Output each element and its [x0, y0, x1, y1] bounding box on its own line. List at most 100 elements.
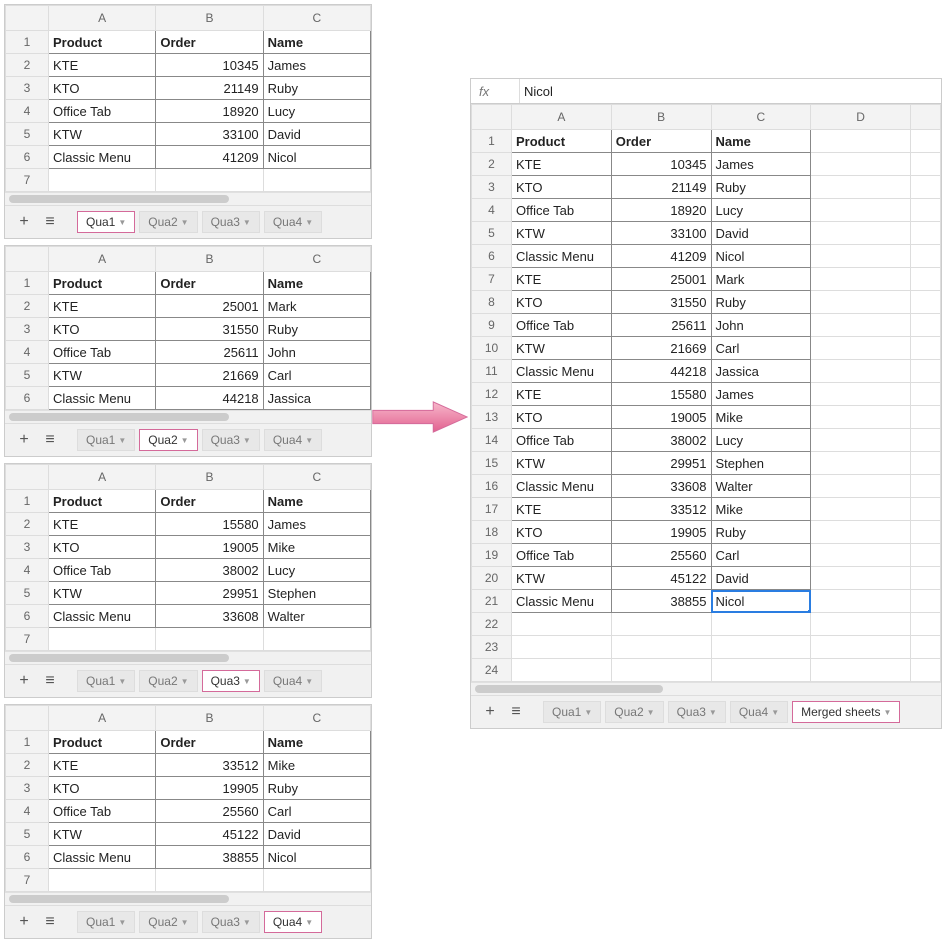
formula-bar[interactable]: fx Nicol — [471, 79, 941, 104]
grid-qua1[interactable]: A B C 1 Product Order Name 2KTE10345Jame… — [5, 5, 371, 192]
grid-merged[interactable]: A B C D 1 Product Order Name 2KTE10345Ja… — [471, 104, 941, 682]
row-5[interactable]: 5 — [6, 123, 49, 146]
cell-order[interactable]: 25560 — [611, 544, 711, 567]
cell-order[interactable]: 29951 — [156, 582, 263, 605]
row-5[interactable]: 5 — [472, 222, 512, 245]
cell-order[interactable]: 21149 — [156, 77, 263, 100]
cell-name[interactable]: James — [263, 54, 370, 77]
cell-order[interactable]: 19005 — [611, 406, 711, 429]
cell-order[interactable]: 18920 — [611, 199, 711, 222]
cell-order[interactable]: 44218 — [611, 360, 711, 383]
cell-order[interactable]: 33512 — [156, 754, 263, 777]
row-3[interactable]: 3 — [472, 176, 512, 199]
add-sheet-button[interactable]: + — [13, 672, 35, 690]
cell-order[interactable]: 33608 — [611, 475, 711, 498]
row-2[interactable]: 2 — [472, 153, 512, 176]
col-B[interactable]: B — [156, 6, 263, 31]
cell-name[interactable]: Jassica — [711, 360, 811, 383]
cell-name[interactable]: Ruby — [711, 521, 811, 544]
cell-order[interactable]: 19905 — [611, 521, 711, 544]
col-A[interactable]: A — [49, 6, 156, 31]
all-sheets-button[interactable]: ≡ — [39, 213, 61, 231]
row-17[interactable]: 17 — [472, 498, 512, 521]
cell-product[interactable]: KTW — [512, 337, 612, 360]
cell-order[interactable]: 29951 — [611, 452, 711, 475]
row-2[interactable]: 2 — [6, 513, 49, 536]
cell-product[interactable]: KTE — [49, 513, 156, 536]
grid-qua4[interactable]: A B C 1 Product Order Name 2KTE33512Mike… — [5, 705, 371, 892]
chevron-down-icon[interactable]: ▼ — [181, 218, 189, 227]
cell-name[interactable]: Carl — [711, 337, 811, 360]
cell-order[interactable]: 21669 — [611, 337, 711, 360]
cell-order[interactable]: 38855 — [611, 590, 711, 613]
cell-name[interactable]: John — [263, 341, 370, 364]
col-C[interactable]: C — [263, 6, 370, 31]
cell-name[interactable]: Ruby — [263, 318, 370, 341]
cell-order[interactable]: 19905 — [156, 777, 263, 800]
cell-product[interactable]: Classic Menu — [49, 605, 156, 628]
all-sheets-button[interactable]: ≡ — [39, 913, 61, 931]
row-21[interactable]: 21 — [472, 590, 512, 613]
row-2[interactable]: 2 — [6, 754, 49, 777]
tab-qua3[interactable]: Qua3▼ — [202, 211, 260, 233]
tab-qua1[interactable]: Qua1▼ — [77, 211, 135, 233]
h-scrollbar[interactable] — [5, 892, 371, 905]
row-12[interactable]: 12 — [472, 383, 512, 406]
cell-product[interactable]: Classic Menu — [512, 475, 612, 498]
cell-name[interactable]: Lucy — [263, 100, 370, 123]
chevron-down-icon[interactable]: ▼ — [305, 218, 313, 227]
h-scrollbar[interactable] — [471, 682, 941, 695]
cell-order[interactable]: 15580 — [156, 513, 263, 536]
row-4[interactable]: 4 — [6, 100, 49, 123]
cell-product[interactable]: KTW — [512, 222, 612, 245]
cell-product[interactable]: Office Tab — [512, 544, 612, 567]
cell-product[interactable]: KTO — [512, 406, 612, 429]
cell-product[interactable]: KTO — [512, 521, 612, 544]
cell-name[interactable]: David — [711, 567, 811, 590]
cell-name[interactable]: Walter — [263, 605, 370, 628]
cell-product[interactable]: KTO — [49, 777, 156, 800]
row-2[interactable]: 2 — [6, 54, 49, 77]
cell-name[interactable]: Lucy — [711, 199, 811, 222]
cell-name[interactable]: Mark — [263, 295, 370, 318]
cell-order[interactable]: 33512 — [611, 498, 711, 521]
cell-order[interactable]: 18920 — [156, 100, 263, 123]
row-4[interactable]: 4 — [472, 199, 512, 222]
all-sheets-button[interactable]: ≡ — [505, 703, 527, 721]
cell-order[interactable]: 25001 — [156, 295, 263, 318]
cell-order[interactable]: 41209 — [611, 245, 711, 268]
add-sheet-button[interactable]: + — [13, 213, 35, 231]
tab-qua1[interactable]: Qua1▼ — [543, 701, 601, 723]
cell-name[interactable]: Ruby — [263, 77, 370, 100]
tab-qua4[interactable]: Qua4▼ — [264, 911, 322, 933]
tab-qua1[interactable]: Qua1▼ — [77, 670, 135, 692]
cell-order[interactable]: 31550 — [156, 318, 263, 341]
row-6[interactable]: 6 — [472, 245, 512, 268]
row-2[interactable]: 2 — [6, 295, 49, 318]
cell-product[interactable]: KTW — [512, 567, 612, 590]
fx-value[interactable]: Nicol — [519, 79, 553, 103]
cell-product[interactable]: Office Tab — [49, 100, 156, 123]
cell-name[interactable]: Ruby — [711, 291, 811, 314]
cell-order[interactable]: 10345 — [156, 54, 263, 77]
cell-name[interactable]: Mike — [711, 406, 811, 429]
row-1[interactable]: 1 — [6, 31, 49, 54]
row-11[interactable]: 11 — [472, 360, 512, 383]
cell-product[interactable]: KTE — [512, 383, 612, 406]
tab-qua2[interactable]: Qua2▼ — [605, 701, 663, 723]
cell-name[interactable]: Ruby — [711, 176, 811, 199]
cell-order[interactable]: 21149 — [611, 176, 711, 199]
cell-order[interactable]: 38002 — [156, 559, 263, 582]
tab-qua4[interactable]: Qua4▼ — [264, 429, 322, 451]
cell-product[interactable]: KTO — [49, 77, 156, 100]
grid-qua3[interactable]: A B C 1 Product Order Name 2KTE15580Jame… — [5, 464, 371, 651]
cell-product[interactable]: KTE — [49, 295, 156, 318]
cell-product[interactable]: KTE — [512, 153, 612, 176]
cell-product[interactable]: KTW — [512, 452, 612, 475]
cell-product[interactable]: Classic Menu — [49, 387, 156, 410]
row-8[interactable]: 8 — [472, 291, 512, 314]
cell-order[interactable]: 31550 — [611, 291, 711, 314]
cell-order[interactable]: 33608 — [156, 605, 263, 628]
cell-name[interactable]: David — [711, 222, 811, 245]
cell-name[interactable]: Stephen — [711, 452, 811, 475]
